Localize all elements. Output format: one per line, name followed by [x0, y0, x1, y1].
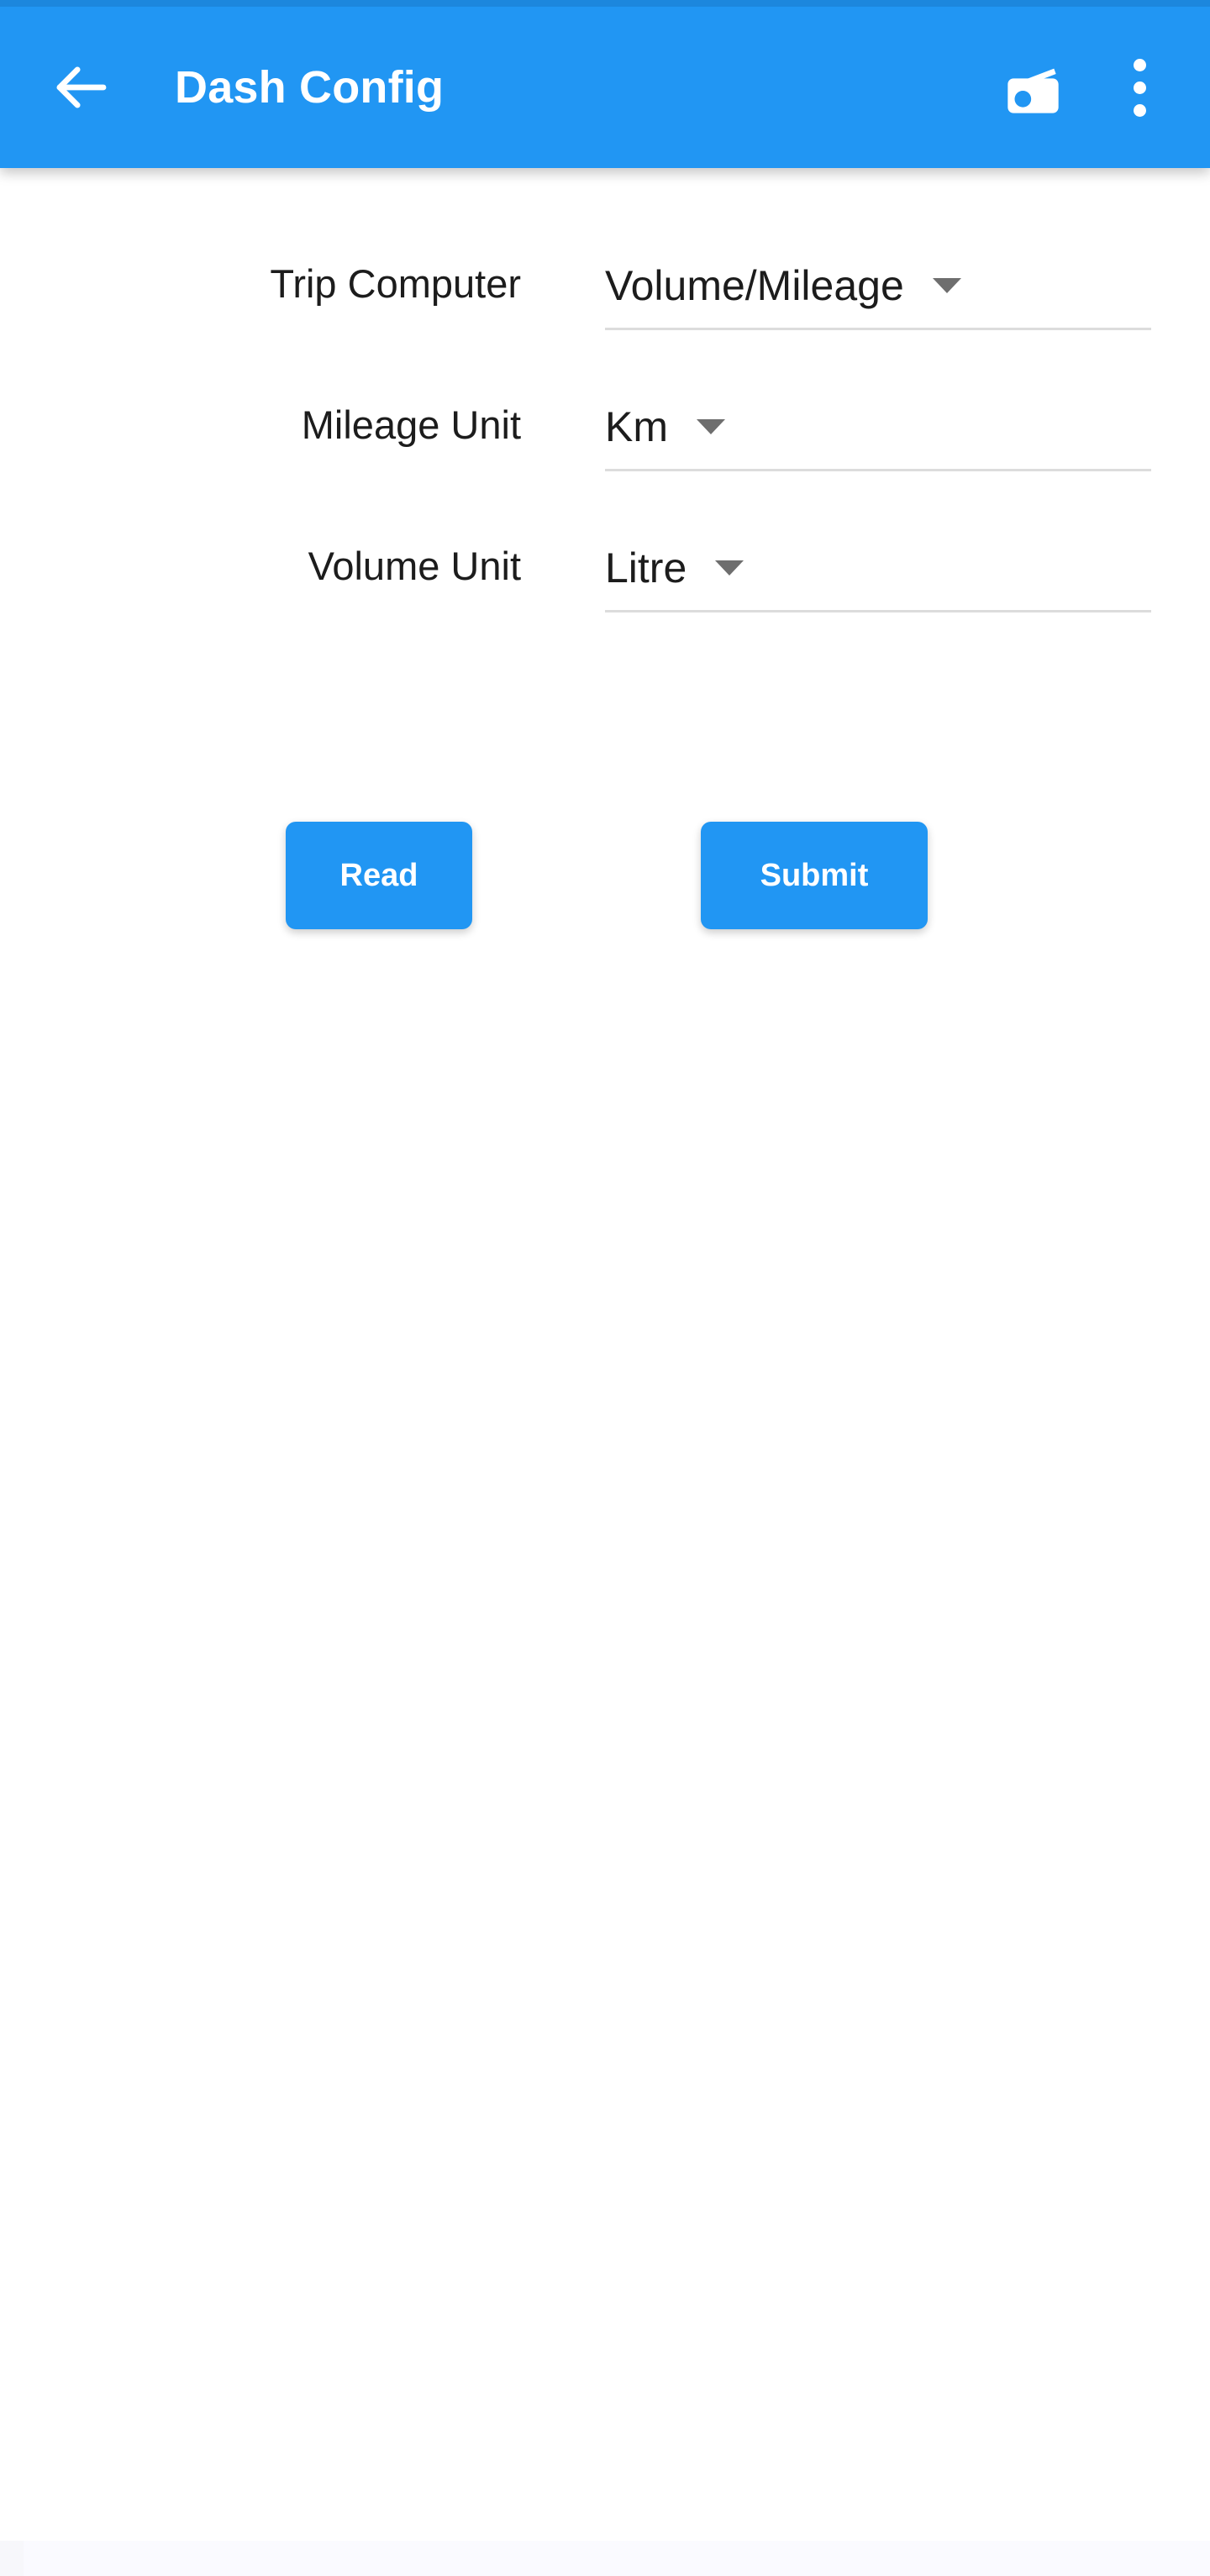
form-row-trip-computer: Trip Computer Volume/Mileage — [0, 244, 1210, 385]
submit-button[interactable]: Submit — [701, 822, 928, 929]
app-bar: Dash Config — [0, 0, 1210, 168]
dropdown-underline — [605, 469, 1151, 471]
app-screen: Dash Config Trip Computer Volume/Mileage… — [0, 0, 1210, 2576]
more-vert-icon-dot-1 — [1133, 58, 1146, 71]
dropdown-underline — [605, 610, 1151, 612]
dropdown-trip-computer[interactable]: Volume/Mileage — [605, 244, 1151, 330]
more-vert-icon-dot-2 — [1133, 81, 1146, 94]
dropdown-mileage-unit[interactable]: Km — [605, 385, 1151, 471]
dropdown-value-trip-computer: Volume/Mileage — [605, 262, 904, 309]
page-title: Dash Config — [175, 62, 445, 113]
back-button[interactable] — [18, 24, 145, 150]
dropdown-value-mileage-unit: Km — [605, 403, 668, 450]
form-row-mileage-unit: Mileage Unit Km — [0, 385, 1210, 526]
chevron-down-icon — [715, 560, 744, 576]
action-button-bar: Read Submit — [0, 822, 1210, 929]
form-row-volume-unit: Volume Unit Litre — [0, 526, 1210, 667]
status-bar-strip — [0, 0, 1210, 7]
label-mileage-unit: Mileage Unit — [301, 402, 521, 447]
dropdown-underline — [605, 328, 1151, 330]
chevron-down-icon — [697, 419, 725, 434]
overflow-menu-button[interactable] — [1089, 29, 1190, 146]
dropdown-volume-unit[interactable]: Litre — [605, 526, 1151, 612]
more-vert-icon-dot-3 — [1133, 103, 1146, 117]
chevron-down-icon — [932, 278, 961, 293]
page-content: Trip Computer Volume/Mileage Mileage Uni… — [0, 168, 1210, 2576]
label-trip-computer: Trip Computer — [270, 261, 521, 306]
label-volume-unit: Volume Unit — [308, 544, 521, 588]
settings-form: Trip Computer Volume/Mileage Mileage Uni… — [0, 244, 1210, 667]
read-button[interactable]: Read — [286, 822, 472, 929]
radio-button[interactable] — [971, 29, 1089, 146]
arrow-left-icon — [49, 55, 114, 120]
dropdown-value-volume-unit: Litre — [605, 544, 687, 591]
bottom-inset-band — [0, 2541, 1210, 2576]
bottom-inset-band-edge — [0, 2541, 24, 2576]
radio-icon — [997, 54, 1064, 121]
